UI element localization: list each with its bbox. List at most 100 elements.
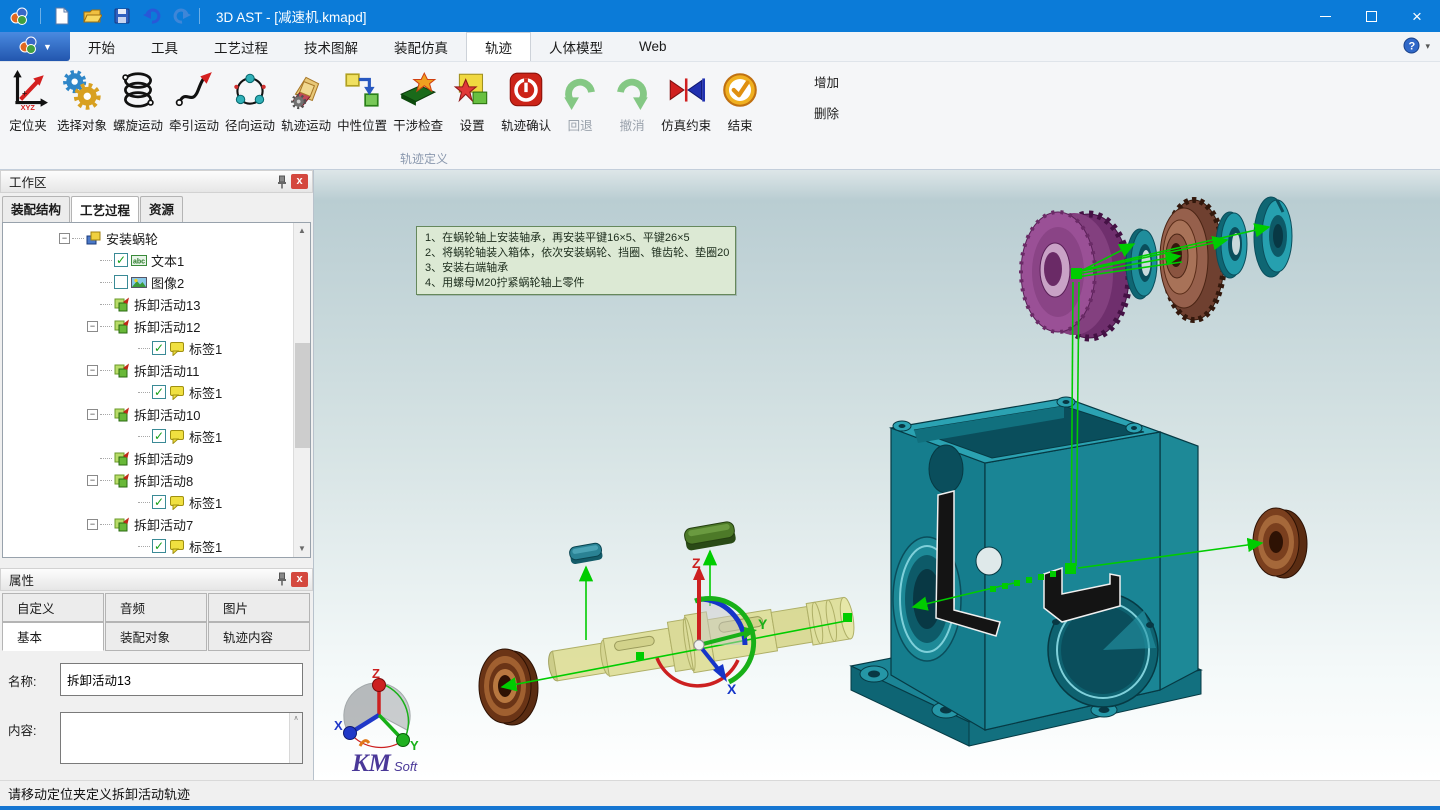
undo-button[interactable] bbox=[139, 4, 165, 28]
tab-assembly-simulation[interactable]: 装配仿真 bbox=[376, 32, 466, 61]
open-file-button[interactable] bbox=[79, 4, 105, 28]
scroll-down-icon[interactable]: ▼ bbox=[294, 541, 310, 557]
close-panel-button[interactable]: x bbox=[291, 174, 308, 189]
props-tab-picture[interactable]: 图片 bbox=[208, 593, 310, 622]
delete-button[interactable]: 删除 bbox=[814, 103, 839, 122]
app-menu-button[interactable]: ▼ bbox=[0, 32, 70, 61]
tab-tech-illustration[interactable]: 技术图解 bbox=[286, 32, 376, 61]
maximize-button[interactable] bbox=[1348, 0, 1394, 32]
tree-item-activity10[interactable]: −拆卸活动10 bbox=[3, 403, 310, 425]
tree-checkbox[interactable] bbox=[114, 275, 128, 289]
chevron-down-icon[interactable]: ▾ bbox=[1425, 41, 1430, 52]
help-icon[interactable]: ? bbox=[1403, 37, 1420, 57]
redo-button[interactable] bbox=[169, 4, 195, 28]
tool-trajectory-confirm[interactable]: 轨迹确认 bbox=[498, 67, 554, 134]
add-button[interactable]: 增加 bbox=[814, 72, 839, 91]
tool-drag-motion[interactable]: 牵引运动 bbox=[166, 67, 222, 134]
props-tab-assembly-object[interactable]: 装配对象 bbox=[105, 622, 207, 651]
scrollbar-thumb[interactable] bbox=[295, 343, 310, 448]
bearing-left[interactable] bbox=[479, 649, 538, 725]
tree-item-activity12[interactable]: −拆卸活动12 bbox=[3, 315, 310, 337]
minimize-button[interactable] bbox=[1302, 0, 1348, 32]
tool-rollback-icon bbox=[559, 67, 601, 113]
name-input[interactable] bbox=[60, 663, 303, 696]
tree-item-label1[interactable]: ✓标签1 bbox=[3, 381, 310, 403]
tool-radial-motion[interactable]: 径向运动 bbox=[222, 67, 278, 134]
close-panel-button[interactable]: x bbox=[291, 572, 308, 587]
tree-expander-icon[interactable]: − bbox=[87, 409, 98, 420]
tree-item-activity13[interactable]: 拆卸活动13 bbox=[3, 293, 310, 315]
tree-item-label: 拆卸活动11 bbox=[134, 361, 204, 380]
tree-item-image2[interactable]: 图像2 bbox=[3, 271, 310, 293]
tree-checkbox[interactable]: ✓ bbox=[152, 495, 166, 509]
tool-simulation-constraint[interactable]: 仿真约束 bbox=[658, 67, 714, 134]
tree-checkbox[interactable]: ✓ bbox=[152, 429, 166, 443]
textarea-scrollbar[interactable]: ∧ bbox=[289, 713, 302, 763]
tab-trajectory[interactable]: 轨迹 bbox=[466, 32, 531, 61]
tree-item-label: 拆卸活动13 bbox=[134, 295, 204, 314]
tree-checkbox[interactable]: ✓ bbox=[152, 341, 166, 355]
tree-item-label1[interactable]: ✓标签1 bbox=[3, 535, 310, 557]
close-button[interactable]: × bbox=[1394, 0, 1440, 32]
props-tab-custom[interactable]: 自定义 bbox=[2, 593, 104, 622]
tree-expander-icon[interactable]: − bbox=[87, 321, 98, 332]
tree-guide-line bbox=[138, 436, 150, 437]
new-file-button[interactable] bbox=[49, 4, 75, 28]
window-controls: × bbox=[1302, 0, 1440, 32]
tree-expander-icon[interactable]: − bbox=[87, 519, 98, 530]
round-nut[interactable] bbox=[1254, 197, 1292, 277]
tool-settings[interactable]: 设置 bbox=[446, 67, 498, 134]
tree-item-activity7[interactable]: −拆卸活动7 bbox=[3, 513, 310, 535]
tree-expander-icon[interactable]: − bbox=[59, 233, 70, 244]
tab-human-model[interactable]: 人体模型 bbox=[531, 32, 621, 61]
workspace-tab-assembly-structure[interactable]: 装配结构 bbox=[2, 196, 70, 222]
tool-interference-check[interactable]: 干涉检查 bbox=[390, 67, 446, 134]
props-tab-audio[interactable]: 音频 bbox=[105, 593, 207, 622]
tree-expander-icon[interactable]: − bbox=[87, 475, 98, 486]
tree-item-label1[interactable]: ✓标签1 bbox=[3, 491, 310, 513]
scroll-up-icon[interactable]: ▲ bbox=[294, 223, 310, 239]
workspace-tab-process[interactable]: 工艺过程 bbox=[71, 196, 139, 222]
tree-item-install-worm-gear[interactable]: −安装蜗轮 bbox=[3, 227, 310, 249]
tree-expander-icon[interactable]: − bbox=[87, 365, 98, 376]
tree-item-text1[interactable]: ✓abc文本1 bbox=[3, 249, 310, 271]
tree-guide-line bbox=[100, 282, 112, 283]
tab-start[interactable]: 开始 bbox=[70, 32, 133, 61]
workspace-tab-resources[interactable]: 资源 bbox=[140, 196, 183, 222]
tree-item-activity8[interactable]: −拆卸活动8 bbox=[3, 469, 310, 491]
tool-positioning-clamp[interactable]: XYZ+定位夹 bbox=[2, 67, 54, 134]
tree-checkbox[interactable]: ✓ bbox=[152, 539, 166, 553]
content-textarea[interactable]: ∧ bbox=[60, 712, 303, 764]
orientation-z-label: Z bbox=[372, 666, 380, 681]
tree-checkbox[interactable]: ✓ bbox=[152, 385, 166, 399]
pin-icon[interactable] bbox=[273, 571, 291, 587]
housing-body[interactable] bbox=[891, 397, 1198, 730]
titlebar-separator bbox=[199, 8, 200, 24]
tab-web[interactable]: Web bbox=[621, 32, 685, 61]
tool-finish[interactable]: 结束 bbox=[714, 67, 766, 134]
tree-item-label1[interactable]: ✓标签1 bbox=[3, 337, 310, 359]
props-tab-trajectory-content[interactable]: 轨迹内容 bbox=[208, 622, 310, 651]
tab-tools[interactable]: 工具 bbox=[133, 32, 196, 61]
viewport-3d[interactable]: Z Y X Z X Y bbox=[314, 170, 1440, 780]
tool-neutral-position[interactable]: 中性位置 bbox=[334, 67, 390, 134]
tree-checkbox[interactable]: ✓ bbox=[114, 253, 128, 267]
tree-item-label1[interactable]: ✓标签1 bbox=[3, 425, 310, 447]
app-logo-icon[interactable] bbox=[6, 4, 32, 28]
props-tab-basic[interactable]: 基本 bbox=[2, 622, 104, 651]
tool-select-object[interactable]: 选择对象 bbox=[54, 67, 110, 134]
viewport-annotation-note[interactable]: 1、在蜗轮轴上安装轴承，再安装平键16×5、平键26×52、将蜗轮轴装入箱体，依… bbox=[416, 226, 736, 295]
pin-icon[interactable] bbox=[273, 174, 291, 190]
tree-scrollbar[interactable]: ▲ ▼ bbox=[293, 223, 310, 557]
tab-process[interactable]: 工艺过程 bbox=[196, 32, 286, 61]
tool-trajectory-motion[interactable]: 轨迹运动 bbox=[278, 67, 334, 134]
tree-item-activity9[interactable]: 拆卸活动9 bbox=[3, 447, 310, 469]
properties-panel-title: 属性 bbox=[9, 570, 34, 589]
save-button[interactable] bbox=[109, 4, 135, 28]
washer[interactable] bbox=[1216, 212, 1247, 278]
tool-interference-check-icon bbox=[397, 67, 439, 113]
tool-spiral-motion-icon bbox=[117, 67, 159, 113]
ribbon-toolbar: XYZ+定位夹选择对象螺旋运动牵引运动径向运动轨迹运动中性位置干涉检查设置轨迹确… bbox=[0, 62, 1440, 170]
tree-item-activity11[interactable]: − 拆卸活动11 bbox=[3, 359, 310, 381]
tool-spiral-motion[interactable]: 螺旋运动 bbox=[110, 67, 166, 134]
